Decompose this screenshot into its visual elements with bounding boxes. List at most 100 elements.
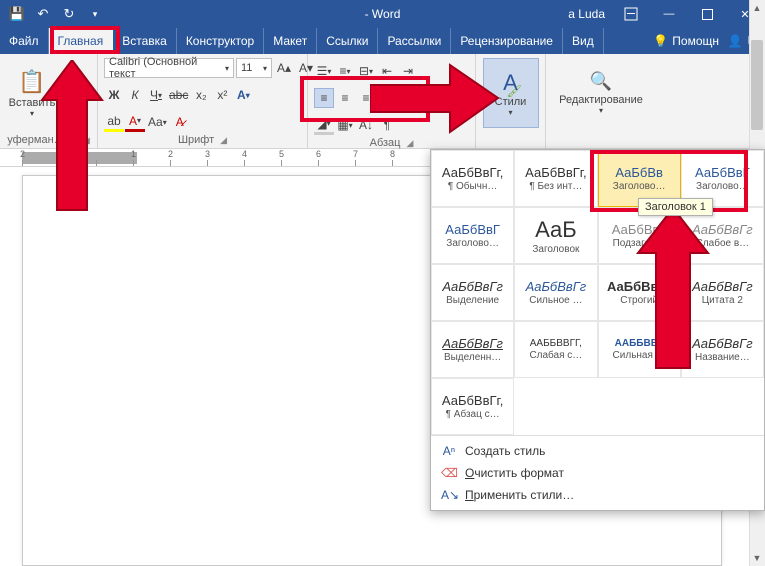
align-right-icon[interactable]: ≡	[356, 88, 376, 108]
apply-styles-label: Применить стили…	[465, 488, 574, 502]
apply-styles-icon: A↘	[441, 488, 457, 502]
styles-button[interactable]: A🖌 Стили ▾	[483, 58, 539, 128]
paragraph-launcher-icon[interactable]: ◢	[406, 138, 413, 149]
clipboard-launcher-icon[interactable]: ◢	[83, 135, 90, 146]
tab-layout[interactable]: Макет	[264, 28, 317, 54]
style-gallery-item[interactable]: АаБбВвГгНазвание…	[681, 321, 764, 378]
style-sample: АаБбВвГг	[692, 279, 753, 294]
share-icon[interactable]: 👤	[725, 28, 745, 54]
strike-button[interactable]: abc	[167, 85, 190, 105]
tab-view[interactable]: Вид	[563, 28, 604, 54]
tab-file[interactable]: Файл	[0, 28, 49, 54]
tab-design[interactable]: Конструктор	[177, 28, 264, 54]
style-name: Подзагол…	[601, 238, 678, 249]
undo-icon[interactable]: ↶	[32, 3, 54, 25]
apply-styles-item[interactable]: A↘ Применить стили…	[431, 484, 764, 506]
editing-button[interactable]: 🔍 Редактирование ▾	[559, 58, 643, 128]
style-gallery-item[interactable]: АаБЗаголовок	[514, 207, 597, 264]
style-sample: АаБбВвГг	[442, 336, 503, 351]
ribbon-options-icon[interactable]	[613, 0, 649, 28]
style-name: Строгий	[601, 295, 678, 306]
ribbon: 📋 Вставить ▾ ✂ ⧉ 🖌 уферман…на◢ Calibri (…	[0, 54, 765, 149]
style-name: Слабая с…	[517, 350, 594, 361]
style-sample: АаБбВвГг	[692, 336, 753, 351]
bullets-icon[interactable]: ☰▾	[314, 61, 334, 81]
underline-button[interactable]: Ч ▾	[146, 85, 166, 105]
style-sample: АаБбВвГг	[526, 279, 587, 294]
multilevel-icon[interactable]: ⊟▾	[356, 61, 376, 81]
minimize-button[interactable]: —	[651, 0, 687, 28]
style-gallery-item[interactable]: ААББВВГСильная …	[598, 321, 681, 378]
quick-access-toolbar: 💾 ↶ ↻ ▾	[0, 3, 106, 25]
clear-format-item[interactable]: ⌫ ООчистить форматчистить формат	[431, 462, 764, 484]
tab-references[interactable]: Ссылки	[317, 28, 378, 54]
style-gallery-item[interactable]: АаБбВвГг,¶ Абзац с…	[431, 378, 514, 435]
tab-home[interactable]: Главная	[49, 28, 114, 54]
align-left-icon[interactable]: ≡	[314, 88, 334, 108]
tab-insert[interactable]: Вставка	[113, 28, 177, 54]
align-center-icon[interactable]: ≡	[335, 88, 355, 108]
styles-icon: A🖌	[503, 70, 518, 96]
justify-icon[interactable]: ≣	[377, 88, 397, 108]
font-size-value: 11	[241, 62, 252, 74]
tab-review[interactable]: Рецензирование	[451, 28, 563, 54]
highlight-icon[interactable]: ab	[104, 112, 124, 132]
tell-me[interactable]: 💡 Помощн	[647, 34, 725, 48]
style-gallery-item[interactable]: АаБбВвГгЦитата 2	[681, 264, 764, 321]
scroll-thumb[interactable]	[751, 40, 763, 130]
style-tooltip: Заголовок 1	[638, 198, 713, 216]
redo-icon[interactable]: ↻	[58, 3, 80, 25]
style-name: Заголово…	[601, 181, 678, 192]
style-gallery-item[interactable]: АаБбВвГгВыделение	[431, 264, 514, 321]
style-gallery-item[interactable]: АаБбВвГг,¶ Обычн…	[431, 150, 514, 207]
numbering-icon[interactable]: ≡▾	[335, 61, 355, 81]
shading-icon[interactable]: ◢▾	[314, 115, 334, 135]
change-case-icon[interactable]: Aa▾	[146, 112, 169, 132]
italic-button[interactable]: К	[125, 85, 145, 105]
tell-me-label: Помощн	[672, 34, 719, 48]
font-size-combo[interactable]: 11▾	[236, 58, 272, 78]
format-painter-icon[interactable]: 🖌	[62, 102, 84, 122]
paste-button[interactable]: 📋 Вставить ▾	[6, 58, 58, 128]
scroll-up-icon[interactable]: ▲	[749, 0, 765, 16]
style-gallery-item[interactable]: АаБбВвГг,¶ Без инт…	[514, 150, 597, 207]
superscript-button[interactable]: x²	[212, 85, 232, 105]
style-gallery-item[interactable]: ААББВВГГ,Слабая с…	[514, 321, 597, 378]
save-icon[interactable]: 💾	[6, 3, 28, 25]
bold-button[interactable]: Ж	[104, 85, 124, 105]
bulb-icon: 💡	[653, 34, 668, 48]
decrease-indent-icon[interactable]: ⇤	[377, 61, 397, 81]
copy-icon[interactable]: ⧉	[62, 80, 84, 100]
sort-icon[interactable]: A↓	[356, 115, 376, 135]
clear-format-label: ООчистить форматчистить формат	[465, 466, 564, 480]
font-color-icon[interactable]: A▾	[125, 112, 145, 132]
scroll-down-icon[interactable]: ▼	[749, 550, 765, 566]
grow-font-icon[interactable]: A▴	[274, 58, 294, 78]
style-name: Сильная …	[601, 350, 678, 361]
clear-formatting-icon[interactable]: A̷	[170, 112, 190, 132]
style-gallery-item[interactable]: АаБбВвГгСтрогий	[598, 264, 681, 321]
line-spacing-icon[interactable]: ‡≡	[398, 88, 418, 108]
maximize-button[interactable]	[689, 0, 725, 28]
text-effects-icon[interactable]: A▾	[233, 85, 253, 105]
subscript-button[interactable]: x₂	[191, 85, 211, 105]
style-gallery-item[interactable]: АаБбВвГгСильное …	[514, 264, 597, 321]
cut-icon[interactable]: ✂	[62, 58, 84, 78]
paste-label: Вставить	[9, 97, 56, 109]
style-gallery-item[interactable]: АаБбВвГгВыделенн…	[431, 321, 514, 378]
borders-icon[interactable]: ▦▾	[335, 115, 355, 135]
create-style-item[interactable]: Аⁿ Создать стиль	[431, 440, 764, 462]
font-launcher-icon[interactable]: ◢	[220, 135, 227, 146]
style-name: Слабое в…	[684, 238, 761, 249]
qat-customize-icon[interactable]: ▾	[84, 3, 106, 25]
tab-mailings[interactable]: Рассылки	[378, 28, 451, 54]
style-gallery-item[interactable]: АаБбВвГЗаголово…	[431, 207, 514, 264]
font-name-combo[interactable]: Calibri (Основной текст▾	[104, 58, 234, 78]
editing-label: Редактирование	[559, 94, 643, 106]
increase-indent-icon[interactable]: ⇥	[398, 61, 418, 81]
user-name[interactable]: a Luda	[562, 7, 611, 21]
eraser-icon: ⌫	[441, 466, 457, 480]
pilcrow-icon[interactable]: ¶	[377, 115, 397, 135]
style-sample: АаБбВвГг,	[442, 393, 503, 408]
style-sample: АаБбВвГг,	[442, 165, 503, 180]
